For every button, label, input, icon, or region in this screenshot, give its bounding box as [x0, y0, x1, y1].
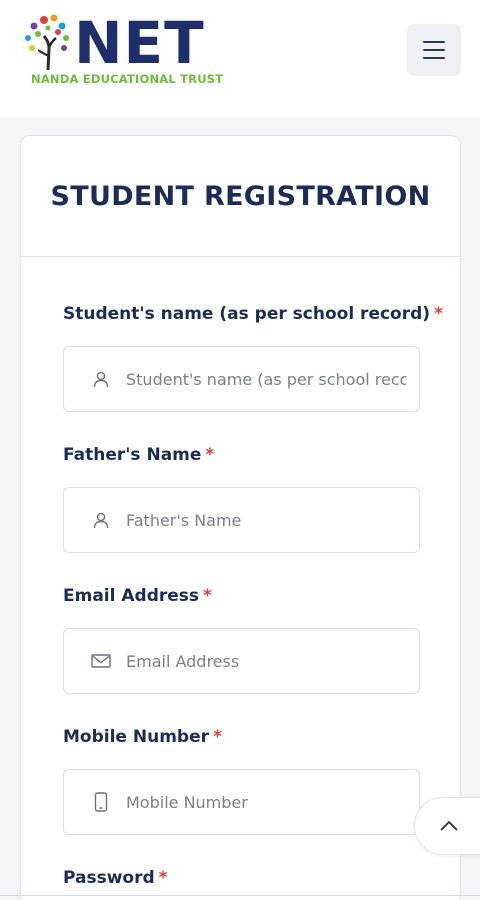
- mobile-label: Mobile Number *: [63, 727, 222, 747]
- logo-text: NET: [74, 9, 205, 77]
- required-marker: *: [158, 868, 168, 888]
- email-input[interactable]: [126, 651, 406, 671]
- page-title: STUDENT REGISTRATION: [50, 180, 431, 212]
- father-name-input[interactable]: [126, 510, 406, 530]
- logo-subtitle: NANDA EDUCATIONAL TRUST: [31, 72, 224, 86]
- email-field-wrapper[interactable]: [63, 628, 420, 694]
- mobile-phone-icon: [90, 791, 112, 813]
- divider: [0, 895, 480, 896]
- required-marker: *: [203, 586, 212, 606]
- required-marker: *: [434, 304, 443, 324]
- user-icon: [90, 368, 112, 390]
- father-name-field-wrapper[interactable]: [63, 487, 420, 553]
- hamburger-menu-icon: [423, 41, 445, 43]
- site-header: NET NANDA EDUCATIONAL TRUST: [0, 0, 480, 117]
- envelope-icon: [90, 650, 112, 672]
- student-name-label: Student's name (as per school record) *: [63, 304, 443, 324]
- mobile-input[interactable]: [126, 792, 406, 812]
- user-icon: [90, 509, 112, 531]
- student-name-input[interactable]: [126, 369, 406, 389]
- tree-logo-icon: [25, 14, 69, 71]
- student-name-field-wrapper[interactable]: [63, 346, 420, 412]
- card-header: STUDENT REGISTRATION: [21, 136, 460, 257]
- menu-toggle-button[interactable]: [407, 24, 461, 76]
- scroll-to-top-button[interactable]: [414, 797, 480, 855]
- father-name-label: Father's Name *: [63, 445, 215, 465]
- password-label: Password *: [63, 868, 168, 888]
- email-label: Email Address *: [63, 586, 212, 606]
- chevron-up-icon: [440, 820, 458, 831]
- registration-card: STUDENT REGISTRATION Student's name (as …: [20, 135, 461, 900]
- required-marker: *: [213, 727, 222, 747]
- mobile-field-wrapper[interactable]: [63, 769, 420, 835]
- required-marker: *: [205, 445, 215, 465]
- logo[interactable]: NET NANDA EDUCATIONAL TRUST: [22, 9, 237, 88]
